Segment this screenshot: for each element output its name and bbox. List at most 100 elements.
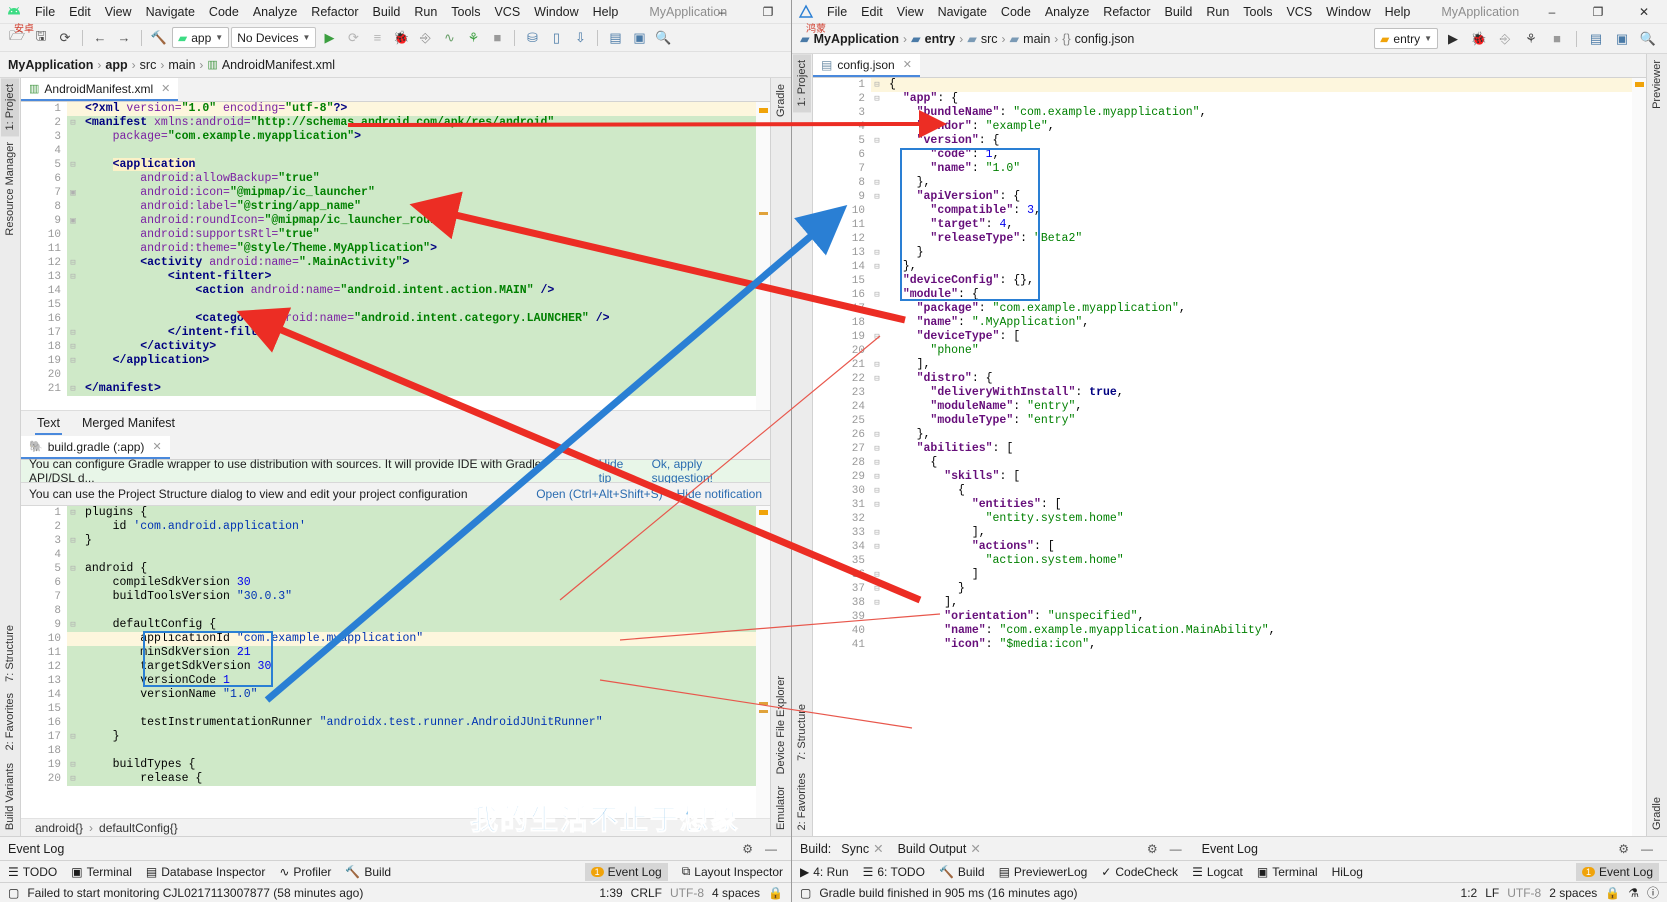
menu-analyze[interactable]: Analyze: [246, 3, 304, 21]
build-tab-build-output[interactable]: Build Output ✕: [898, 841, 981, 857]
notifications-icon[interactable]: ⓘ: [1647, 884, 1659, 901]
bottom-tab-terminal[interactable]: ▣ Terminal: [1257, 865, 1318, 879]
fold-icon[interactable]: ⊟: [67, 116, 79, 130]
manifest-scrollbar[interactable]: [756, 102, 770, 410]
fold-icon[interactable]: ⊟: [871, 78, 883, 92]
menu-code[interactable]: Code: [994, 3, 1038, 21]
run-with-coverage-icon[interactable]: ⚘: [1520, 28, 1542, 50]
right-menubar[interactable]: File Edit View Navigate Code Analyze Ref…: [820, 3, 1417, 21]
breadcrumb-file[interactable]: AndroidManifest.xml: [222, 58, 335, 72]
menu-tools[interactable]: Tools: [444, 3, 487, 21]
sidebar-item-gradle[interactable]: Gradle: [772, 78, 790, 123]
bottom-tab-build[interactable]: 🔨 Build: [939, 865, 985, 879]
forward-icon[interactable]: →: [113, 27, 135, 49]
module-selector[interactable]: ▰ app ▼: [172, 27, 230, 48]
menu-help[interactable]: Help: [1378, 3, 1418, 21]
minimize-icon[interactable]: —: [1635, 842, 1659, 856]
attach-debugger-icon[interactable]: ⎆: [1494, 28, 1516, 50]
sidebar-item-device-file-explorer[interactable]: Device File Explorer: [772, 670, 790, 780]
close-icon[interactable]: ✕: [903, 58, 912, 71]
minimize-button[interactable]: –: [699, 0, 745, 24]
fold-icon[interactable]: ⊟: [871, 260, 883, 274]
close-icon[interactable]: ✕: [161, 82, 170, 95]
fold-icon[interactable]: ⊟: [67, 340, 79, 354]
attach-debugger-icon[interactable]: ⎆: [414, 27, 436, 49]
left-tool-stripe[interactable]: 1: Project Resource Manager 7: Structure…: [0, 78, 21, 836]
hide-tip-link[interactable]: Hide tip: [599, 457, 638, 485]
fold-icon[interactable]: ⊟: [871, 540, 883, 554]
build-tab-sync[interactable]: Sync ✕: [841, 841, 883, 857]
fold-icon[interactable]: ⊟: [871, 470, 883, 484]
open-project-structure-link[interactable]: Open (Ctrl+Alt+Shift+S): [536, 487, 662, 501]
indent-setting[interactable]: 2 spaces: [1549, 886, 1597, 900]
menu-build[interactable]: Build: [366, 3, 408, 21]
sync-project-icon[interactable]: ⇩: [569, 27, 591, 49]
fold-icon[interactable]: ⊟: [871, 190, 883, 204]
breadcrumb-project[interactable]: MyApplication: [8, 58, 93, 72]
bottom-tab-previewer-log[interactable]: ▤ PreviewerLog: [999, 865, 1088, 879]
sidebar-item-structure[interactable]: 7: Structure: [793, 698, 811, 767]
file-encoding[interactable]: UTF-8: [670, 886, 704, 900]
line-separator[interactable]: LF: [1485, 886, 1499, 900]
build-hammer-icon[interactable]: 🔨: [148, 27, 170, 49]
inspection-icon[interactable]: ⚗: [1628, 886, 1639, 900]
tab-config-json[interactable]: ▤ config.json ✕: [813, 54, 920, 77]
apply-changes-icon[interactable]: ⟳: [342, 27, 364, 49]
debug-icon[interactable]: 🐞: [1468, 28, 1490, 50]
fold-icon[interactable]: ⊟: [871, 246, 883, 260]
breadcrumb-main[interactable]: main: [168, 58, 195, 72]
bottom-tab-codecheck[interactable]: ✓ CodeCheck: [1101, 865, 1178, 879]
fold-icon[interactable]: ⊟: [67, 270, 79, 284]
bottom-tab-todo[interactable]: ☰ TODO: [8, 865, 57, 879]
project-structure-icon[interactable]: ▤: [604, 27, 626, 49]
menu-refactor[interactable]: Refactor: [304, 3, 365, 21]
device-manager-icon[interactable]: ▣: [1611, 28, 1633, 50]
left-window-right-stripe[interactable]: Gradle Device File Explorer Emulator: [770, 78, 791, 836]
menu-window[interactable]: Window: [527, 3, 585, 21]
sidebar-item-previewer[interactable]: Previewer: [1648, 54, 1666, 115]
menu-view[interactable]: View: [890, 3, 931, 21]
minimize-button[interactable]: –: [1529, 0, 1575, 24]
gradle-breadcrumb[interactable]: android{} › defaultConfig{}: [21, 818, 770, 836]
sidebar-item-project[interactable]: 1: Project: [1, 78, 19, 137]
menu-vcs[interactable]: VCS: [487, 3, 527, 21]
indent-setting[interactable]: 4 spaces: [712, 886, 760, 900]
fold-icon[interactable]: ⊟: [871, 428, 883, 442]
breadcrumb-main[interactable]: main: [1023, 32, 1050, 46]
tab-build-gradle[interactable]: 🐘 build.gradle (:app) ✕: [21, 436, 170, 459]
left-window-controls[interactable]: – ❐: [699, 0, 791, 24]
stop-icon[interactable]: ■: [1546, 28, 1568, 50]
fold-icon[interactable]: ⊟: [871, 372, 883, 386]
left-bottom-toolwindow-bar[interactable]: ☰ TODO ▣ Terminal ▤ Database Inspector ∿ Pro…: [0, 860, 791, 882]
fold-icon[interactable]: ⊟: [871, 596, 883, 610]
fold-icon[interactable]: ⊟: [67, 382, 79, 396]
gear-icon[interactable]: ⚙: [736, 842, 759, 856]
menu-run[interactable]: Run: [1199, 3, 1236, 21]
breadcrumb-file[interactable]: config.json: [1075, 32, 1135, 46]
fold-icon[interactable]: ⊟: [67, 772, 79, 786]
tab-androidmanifest[interactable]: ▥ AndroidManifest.xml ✕: [21, 78, 179, 101]
close-button[interactable]: ✕: [1621, 0, 1667, 24]
sidebar-item-build-variants[interactable]: Build Variants: [1, 757, 19, 836]
fold-icon[interactable]: ⊟: [67, 758, 79, 772]
bottom-tab-build[interactable]: 🔨 Build: [345, 865, 391, 879]
apply-suggestion-link[interactable]: Ok, apply suggestion!: [652, 457, 762, 485]
gear-icon[interactable]: ⚙: [1612, 842, 1635, 856]
device-selector[interactable]: No Devices ▼: [231, 27, 317, 48]
menu-navigate[interactable]: Navigate: [139, 3, 202, 21]
sdk-manager-icon[interactable]: ⛁: [521, 27, 543, 49]
lock-icon[interactable]: 🔒: [768, 886, 783, 900]
close-icon[interactable]: ✕: [152, 440, 161, 453]
manifest-view-tabs[interactable]: Text Merged Manifest: [21, 410, 770, 436]
bottom-tab-todo[interactable]: ☰ 6: TODO: [863, 865, 925, 879]
fold-icon[interactable]: ⊟: [871, 288, 883, 302]
manifest-tabstrip[interactable]: ▥ AndroidManifest.xml ✕: [21, 78, 770, 102]
sidebar-item-structure[interactable]: 7: Structure: [1, 619, 19, 688]
menu-window[interactable]: Window: [1319, 3, 1377, 21]
fold-icon[interactable]: ⊟: [871, 498, 883, 512]
sidebar-item-project[interactable]: 1: Project: [793, 54, 811, 113]
fold-icon[interactable]: ⊟: [67, 730, 79, 744]
bottom-tab-terminal[interactable]: ▣ Terminal: [71, 865, 132, 879]
minimize-icon[interactable]: —: [1164, 842, 1188, 856]
maximize-button[interactable]: ❐: [1575, 0, 1621, 24]
